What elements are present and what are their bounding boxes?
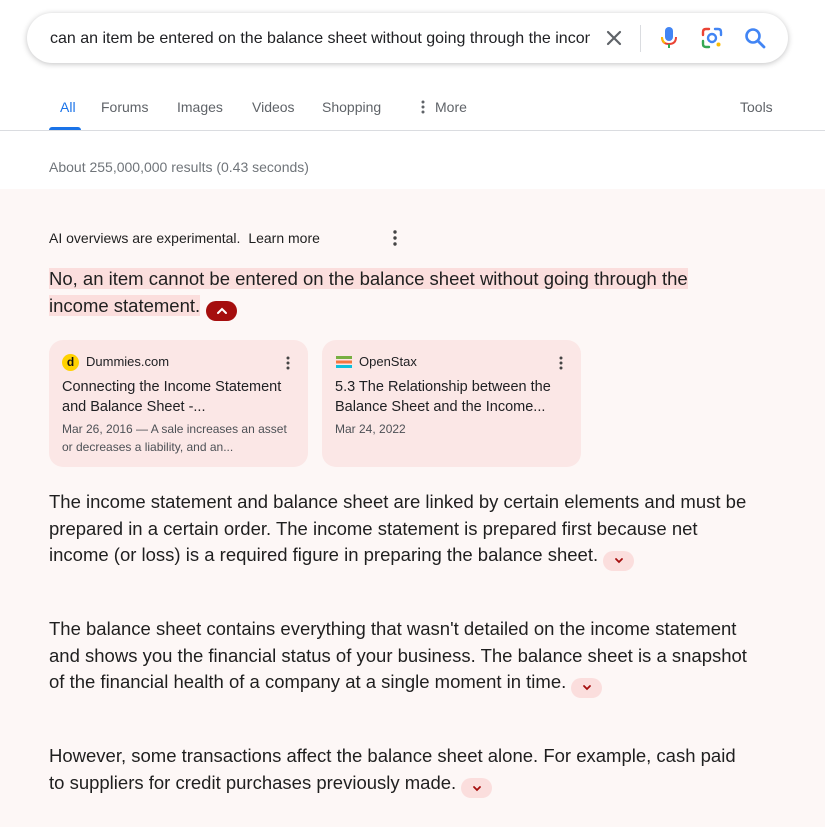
paragraph-text: However, some transactions affect the ba… (49, 745, 736, 793)
card-source: d Dummies.com (62, 353, 295, 371)
chevron-up-icon (216, 307, 227, 314)
tab-more[interactable]: More (418, 98, 467, 116)
search-bar[interactable]: can an item be entered on the balance sh… (27, 13, 788, 63)
expand-sources-button[interactable] (603, 550, 635, 571)
card-date: Mar 24, 2022 (335, 422, 406, 436)
paragraph-text: The balance sheet contains everything th… (49, 618, 747, 692)
tab-forums[interactable]: Forums (101, 98, 148, 116)
source-card-openstax[interactable]: OpenStax 5.3 The Relationship between th… (322, 340, 581, 467)
tab-images[interactable]: Images (177, 98, 223, 116)
overview-paragraph: The balance sheet contains everything th… (49, 616, 749, 698)
answer-highlight: No, an item cannot be entered on the bal… (49, 268, 688, 316)
ai-overview-notice: AI overviews are experimental. (49, 230, 241, 246)
microphone-icon[interactable] (655, 24, 683, 52)
card-title[interactable]: 5.3 The Relationship between the Balance… (335, 377, 568, 417)
source-card-dummies[interactable]: d Dummies.com Connecting the Income Stat… (49, 340, 308, 467)
card-title[interactable]: Connecting the Income Statement and Bala… (62, 377, 295, 417)
ai-overview-header: AI overviews are experimental. Learn mor… (49, 229, 320, 247)
card-snippet: Mar 26, 2016 — A sale increases an asset… (62, 422, 287, 454)
expand-sources-button[interactable] (461, 778, 493, 798)
learn-more-link[interactable]: Learn more (248, 230, 320, 246)
search-input[interactable]: can an item be entered on the balance sh… (50, 28, 590, 50)
overview-paragraph: However, some transactions affect the ba… (49, 743, 749, 798)
tab-all[interactable]: All (60, 98, 76, 116)
paragraph-text: The income statement and balance sheet a… (49, 491, 747, 565)
result-stats: About 255,000,000 results (0.43 seconds) (49, 159, 309, 175)
more-vert-icon (421, 100, 425, 114)
search-divider (640, 25, 641, 52)
ai-overview-answer: No, an item cannot be entered on the bal… (49, 265, 737, 321)
collapse-sources-button[interactable] (206, 301, 238, 321)
expand-sources-button[interactable] (571, 677, 603, 698)
card-more-options-icon[interactable] (553, 354, 569, 372)
ai-overview-panel: AI overviews are experimental. Learn mor… (0, 189, 825, 827)
search-tabs: All Forums Images Videos Shopping More T… (0, 90, 825, 131)
tab-more-label: More (435, 99, 467, 115)
card-site-name: OpenStax (359, 354, 417, 369)
chevron-down-icon (472, 785, 481, 791)
tab-shopping[interactable]: Shopping (322, 98, 381, 116)
tools-button[interactable]: Tools (740, 98, 773, 116)
lens-camera-icon[interactable] (698, 24, 726, 52)
dummies-logo-icon: d (62, 353, 79, 371)
search-icon[interactable] (741, 24, 769, 52)
chevron-down-icon (614, 558, 623, 564)
overview-paragraph: The income statement and balance sheet a… (49, 489, 749, 571)
chevron-down-icon (582, 685, 591, 691)
card-source: OpenStax (335, 353, 568, 371)
card-site-name: Dummies.com (86, 354, 170, 369)
tab-videos[interactable]: Videos (252, 98, 295, 116)
openstax-logo-icon (335, 355, 353, 369)
card-more-options-icon[interactable] (280, 354, 296, 372)
active-tab-indicator (49, 127, 81, 130)
close-icon[interactable] (601, 25, 627, 51)
more-options-icon[interactable] (386, 227, 404, 249)
